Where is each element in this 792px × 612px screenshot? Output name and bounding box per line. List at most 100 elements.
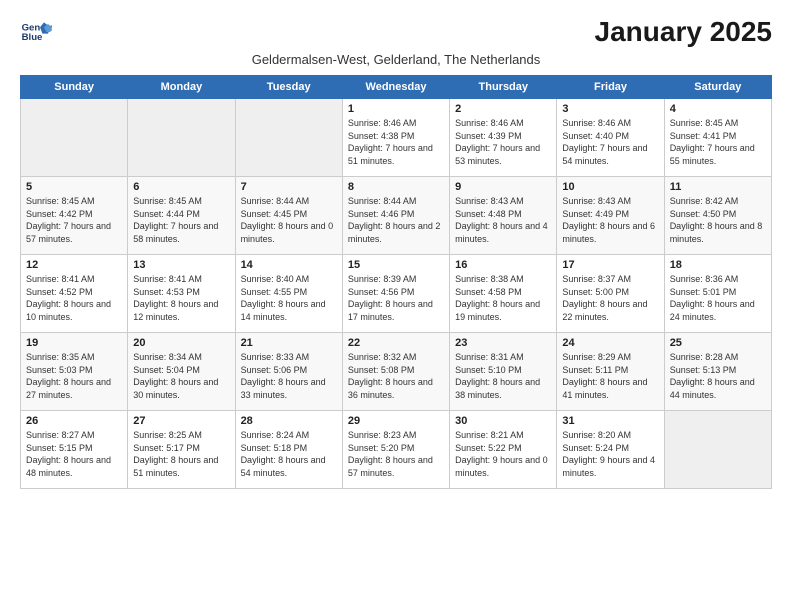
- day-info: Sunrise: 8:45 AMSunset: 4:42 PMDaylight:…: [26, 195, 122, 245]
- calendar-cell: 6 Sunrise: 8:45 AMSunset: 4:44 PMDaylight…: [128, 177, 235, 255]
- calendar-cell: 4 Sunrise: 8:45 AMSunset: 4:41 PMDaylight…: [664, 99, 771, 177]
- calendar-cell: 1 Sunrise: 8:46 AMSunset: 4:38 PMDaylight…: [342, 99, 449, 177]
- day-info: Sunrise: 8:41 AMSunset: 4:52 PMDaylight:…: [26, 273, 122, 323]
- day-number: 13: [133, 259, 229, 271]
- calendar-cell: 10 Sunrise: 8:43 AMSunset: 4:49 PMDayligh…: [557, 177, 664, 255]
- calendar-cell: 9Sunrise: 8:43 AMSunset: 4:48 PMDaylight…: [450, 177, 557, 255]
- calendar-cell: 12Sunrise: 8:41 AMSunset: 4:52 PMDayligh…: [21, 255, 128, 333]
- day-number: 3: [562, 103, 658, 115]
- day-info: Sunrise: 8:40 AMSunset: 4:55 PMDaylight:…: [241, 273, 337, 323]
- day-info: Sunrise: 8:46 AMSunset: 4:39 PMDaylight:…: [455, 117, 551, 167]
- day-number: 31: [562, 415, 658, 427]
- day-info: Sunrise: 8:32 AMSunset: 5:08 PMDaylight:…: [348, 351, 444, 401]
- day-info: Sunrise: 8:36 AMSunset: 5:01 PMDaylight:…: [670, 273, 766, 323]
- day-number: 16: [455, 259, 551, 271]
- calendar-cell: 21 Sunrise: 8:33 AMSunset: 5:06 PMDayligh…: [235, 333, 342, 411]
- day-info: Sunrise: 8:35 AMSunset: 5:03 PMDaylight:…: [26, 351, 122, 401]
- day-number: 2: [455, 103, 551, 115]
- calendar-cell: 28Sunrise: 8:24 AMSunset: 5:18 PMDayligh…: [235, 411, 342, 489]
- day-info: Sunrise: 8:46 AMSunset: 4:38 PMDaylight:…: [348, 117, 444, 167]
- calendar-cell: 14 Sunrise: 8:40 AMSunset: 4:55 PMDayligh…: [235, 255, 342, 333]
- calendar-cell: 7 Sunrise: 8:44 AMSunset: 4:45 PMDaylight…: [235, 177, 342, 255]
- day-info: Sunrise: 8:43 AMSunset: 4:49 PMDaylight:…: [562, 195, 658, 245]
- calendar-cell: 19 Sunrise: 8:35 AMSunset: 5:03 PMDayligh…: [21, 333, 128, 411]
- subtitle: Geldermalsen-West, Gelderland, The Nethe…: [20, 52, 772, 67]
- day-number: 22: [348, 337, 444, 349]
- weekday-header-saturday: Saturday: [664, 76, 771, 99]
- day-number: 17: [562, 259, 658, 271]
- weekday-header-monday: Monday: [128, 76, 235, 99]
- calendar-cell: 23Sunrise: 8:31 AMSunset: 5:10 PMDayligh…: [450, 333, 557, 411]
- day-info: Sunrise: 8:38 AMSunset: 4:58 PMDaylight:…: [455, 273, 551, 323]
- day-info: Sunrise: 8:21 AMSunset: 5:22 PMDaylight:…: [455, 429, 551, 479]
- day-number: 29: [348, 415, 444, 427]
- calendar-cell: 24 Sunrise: 8:29 AMSunset: 5:11 PMDayligh…: [557, 333, 664, 411]
- day-info: Sunrise: 8:37 AMSunset: 5:00 PMDaylight:…: [562, 273, 658, 323]
- calendar-cell: 3 Sunrise: 8:46 AMSunset: 4:40 PMDaylight…: [557, 99, 664, 177]
- calendar-cell: 26 Sunrise: 8:27 AMSunset: 5:15 PMDayligh…: [21, 411, 128, 489]
- day-number: 18: [670, 259, 766, 271]
- day-info: Sunrise: 8:31 AMSunset: 5:10 PMDaylight:…: [455, 351, 551, 401]
- calendar-cell: 15 Sunrise: 8:39 AMSunset: 4:56 PMDayligh…: [342, 255, 449, 333]
- calendar-cell: [21, 99, 128, 177]
- day-info: Sunrise: 8:23 AMSunset: 5:20 PMDaylight:…: [348, 429, 444, 479]
- day-number: 19: [26, 337, 122, 349]
- logo-icon: General Blue: [20, 16, 52, 48]
- day-info: Sunrise: 8:33 AMSunset: 5:06 PMDaylight:…: [241, 351, 337, 401]
- day-number: 26: [26, 415, 122, 427]
- day-number: 7: [241, 181, 337, 193]
- calendar-cell: 5 Sunrise: 8:45 AMSunset: 4:42 PMDaylight…: [21, 177, 128, 255]
- calendar-cell: 30 Sunrise: 8:21 AMSunset: 5:22 PMDayligh…: [450, 411, 557, 489]
- day-info: Sunrise: 8:43 AMSunset: 4:48 PMDaylight:…: [455, 195, 551, 245]
- day-number: 30: [455, 415, 551, 427]
- day-info: Sunrise: 8:44 AMSunset: 4:45 PMDaylight:…: [241, 195, 337, 245]
- day-number: 10: [562, 181, 658, 193]
- calendar-cell: 16 Sunrise: 8:38 AMSunset: 4:58 PMDayligh…: [450, 255, 557, 333]
- day-number: 24: [562, 337, 658, 349]
- weekday-header-friday: Friday: [557, 76, 664, 99]
- day-number: 1: [348, 103, 444, 115]
- calendar-cell: 29 Sunrise: 8:23 AMSunset: 5:20 PMDayligh…: [342, 411, 449, 489]
- day-info: Sunrise: 8:42 AMSunset: 4:50 PMDaylight:…: [670, 195, 766, 245]
- day-number: 14: [241, 259, 337, 271]
- calendar-cell: [235, 99, 342, 177]
- day-number: 6: [133, 181, 229, 193]
- calendar-cell: 2 Sunrise: 8:46 AMSunset: 4:39 PMDaylight…: [450, 99, 557, 177]
- day-info: Sunrise: 8:41 AMSunset: 4:53 PMDaylight:…: [133, 273, 229, 323]
- day-number: 4: [670, 103, 766, 115]
- day-info: Sunrise: 8:25 AMSunset: 5:17 PMDaylight:…: [133, 429, 229, 479]
- calendar-cell: 11 Sunrise: 8:42 AMSunset: 4:50 PMDayligh…: [664, 177, 771, 255]
- day-info: Sunrise: 8:46 AMSunset: 4:40 PMDaylight:…: [562, 117, 658, 167]
- day-info: Sunrise: 8:20 AMSunset: 5:24 PMDaylight:…: [562, 429, 658, 479]
- day-info: Sunrise: 8:29 AMSunset: 5:11 PMDaylight:…: [562, 351, 658, 401]
- weekday-header-tuesday: Tuesday: [235, 76, 342, 99]
- day-number: 21: [241, 337, 337, 349]
- weekday-header-sunday: Sunday: [21, 76, 128, 99]
- day-number: 20: [133, 337, 229, 349]
- logo: General Blue: [20, 16, 56, 48]
- calendar-cell: 13 Sunrise: 8:41 AMSunset: 4:53 PMDayligh…: [128, 255, 235, 333]
- weekday-header-thursday: Thursday: [450, 76, 557, 99]
- day-number: 8: [348, 181, 444, 193]
- calendar-cell: [128, 99, 235, 177]
- day-number: 15: [348, 259, 444, 271]
- day-info: Sunrise: 8:34 AMSunset: 5:04 PMDaylight:…: [133, 351, 229, 401]
- month-title: January 2025: [595, 16, 772, 48]
- day-number: 25: [670, 337, 766, 349]
- calendar-cell: 31 Sunrise: 8:20 AMSunset: 5:24 PMDayligh…: [557, 411, 664, 489]
- day-info: Sunrise: 8:24 AMSunset: 5:18 PMDaylight:…: [241, 429, 337, 479]
- calendar-cell: 20 Sunrise: 8:34 AMSunset: 5:04 PMDayligh…: [128, 333, 235, 411]
- calendar-cell: 17 Sunrise: 8:37 AMSunset: 5:00 PMDayligh…: [557, 255, 664, 333]
- day-number: 11: [670, 181, 766, 193]
- calendar-cell: [664, 411, 771, 489]
- calendar-cell: 25Sunrise: 8:28 AMSunset: 5:13 PMDayligh…: [664, 333, 771, 411]
- day-info: Sunrise: 8:39 AMSunset: 4:56 PMDaylight:…: [348, 273, 444, 323]
- day-number: 27: [133, 415, 229, 427]
- day-info: Sunrise: 8:27 AMSunset: 5:15 PMDaylight:…: [26, 429, 122, 479]
- calendar-cell: 8Sunrise: 8:44 AMSunset: 4:46 PMDaylight…: [342, 177, 449, 255]
- day-info: Sunrise: 8:45 AMSunset: 4:44 PMDaylight:…: [133, 195, 229, 245]
- day-number: 5: [26, 181, 122, 193]
- calendar-cell: 22 Sunrise: 8:32 AMSunset: 5:08 PMDayligh…: [342, 333, 449, 411]
- svg-text:Blue: Blue: [22, 32, 43, 43]
- day-info: Sunrise: 8:45 AMSunset: 4:41 PMDaylight:…: [670, 117, 766, 167]
